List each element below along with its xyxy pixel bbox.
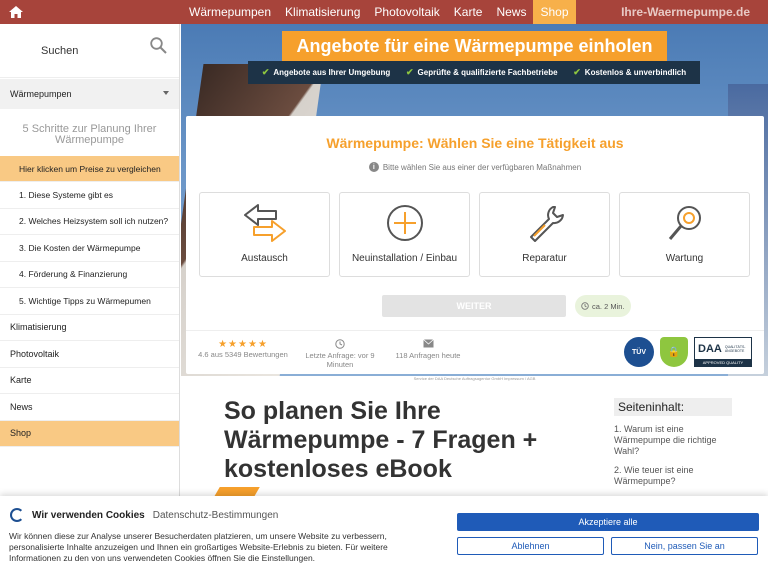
option-wartung[interactable]: Wartung xyxy=(619,192,750,277)
customize-button[interactable]: Nein, passen Sie an xyxy=(611,537,758,555)
sidebar-item-shop[interactable]: Shop xyxy=(0,420,179,447)
form-title: Wärmepumpe: Wählen Sie eine Tätigkeit au… xyxy=(326,135,624,151)
duration-badge: ca. 2 Min. xyxy=(575,295,631,317)
check-icon: ✔ xyxy=(405,67,414,77)
envelope-icon xyxy=(392,339,464,351)
requests-text: 118 Anfragen heute xyxy=(395,351,461,360)
trust-badges: TÜV 🔒 DAA QUALITÄTS-ANGEBOTE APPROVED QUA… xyxy=(624,337,752,367)
daa-subtext: QUALITÄTS-ANGEBOTE xyxy=(724,344,746,353)
cookie-title: Wir verwenden Cookies xyxy=(32,509,145,521)
cookie-header: Wir verwenden Cookies Datenschutz-Bestim… xyxy=(10,508,278,522)
option-label: Austausch xyxy=(241,253,288,264)
benefit-label: Angebote aus Ihrer Umgebung xyxy=(273,68,391,77)
service-line[interactable]: Service der DAA Deutsche Auftragsagentur… xyxy=(181,376,768,383)
sidebar-sub-title: 5 Schritte zur Planung Ihrer Wärmepumpe xyxy=(22,123,157,146)
option-label: Wartung xyxy=(665,253,704,264)
rating-text: 4.6 aus 5349 Bewertungen xyxy=(198,350,288,359)
sidebar-section-waermepumpen[interactable]: Wärmepumpen xyxy=(0,79,179,109)
sidebar-item-step4[interactable]: 4. Förderung & Finanzierung xyxy=(0,262,179,288)
daa-bottom-text: APPROVED QUALITY xyxy=(695,359,751,366)
cookie-text: Wir können diese zur Analyse unserer Bes… xyxy=(9,531,388,563)
benefit-label: Geprüfte & qualifizierte Fachbetriebe xyxy=(417,68,558,77)
sidebar-item-step1[interactable]: 1. Diese Systeme gibt es xyxy=(0,182,179,209)
chevron-down-icon xyxy=(163,91,169,95)
option-label: Neuinstallation / Einbau xyxy=(351,253,458,264)
accept-all-button[interactable]: Akzeptiere alle xyxy=(457,513,759,531)
nav-shop[interactable]: Shop xyxy=(533,0,576,24)
wrench-icon xyxy=(480,203,609,243)
rating-stat: ★★★★★ 4.6 aus 5349 Bewertungen xyxy=(198,339,288,359)
sidebar-item-karte[interactable]: Karte xyxy=(0,368,179,394)
check-icon: ✔ xyxy=(573,67,581,77)
quote-form-card: Wärmepumpe: Wählen Sie eine Tätigkeit au… xyxy=(186,116,764,374)
option-label: Reparatur xyxy=(522,253,567,264)
sidebar-section-label: Wärmepumpen xyxy=(10,89,72,99)
hero-section: Angebote für eine Wärmepumpe einholen ✔ A… xyxy=(181,24,768,376)
tuv-badge: TÜV xyxy=(624,337,654,367)
hero-benefits: ✔ Angebote aus Ihrer Umgebung ✔ Geprüfte &… xyxy=(248,61,700,84)
sidebar-item-news[interactable]: News xyxy=(0,394,179,421)
last-request-text: Letzte Anfrage: vor 9 Minuten xyxy=(305,351,375,369)
sidebar-item-photovoltaik[interactable]: Photovoltaik xyxy=(0,341,179,368)
nav-klimatisierung[interactable]: Klimatisierung xyxy=(278,0,367,24)
sidebar-search[interactable]: Suchen xyxy=(0,24,179,78)
info-icon: i xyxy=(368,162,379,172)
clock-icon xyxy=(292,339,388,351)
search-icon[interactable] xyxy=(150,37,167,57)
weiter-button[interactable]: WEITER xyxy=(382,295,566,317)
daa-logo-text: DAA xyxy=(698,342,722,355)
main-nav: Wärmepumpen Klimatisierung Photovoltaik … xyxy=(182,0,576,24)
benefit-item: ✔ Geprüfte & qualifizierte Fachbetriebe xyxy=(406,67,558,78)
plus-circle-icon xyxy=(340,203,469,243)
home-icon[interactable] xyxy=(0,0,32,24)
reject-button[interactable]: Ablehnen xyxy=(457,537,604,555)
benefit-label: Kostenlos & unverbindlich xyxy=(584,68,687,77)
nav-karte[interactable]: Karte xyxy=(447,0,490,24)
check-icon: ✔ xyxy=(261,67,270,77)
privacy-link[interactable]: Datenschutz-Bestimmungen xyxy=(153,510,279,521)
sidebar-item-klimatisierung[interactable]: Klimatisierung xyxy=(0,315,179,341)
brand-link[interactable]: Ihre-Waermepumpe.de xyxy=(621,0,750,24)
toc-item-2[interactable]: 2. Wie teuer ist eine Wärmepumpe? xyxy=(614,465,732,487)
benefit-item: ✔ Kostenlos & unverbindlich xyxy=(573,67,686,78)
toc-item-1[interactable]: 1. Warum ist eine Wärmepumpe die richtig… xyxy=(614,424,732,457)
sidebar-item-step2[interactable]: 2. Welches Heizsystem soll ich nutzen? xyxy=(0,209,179,235)
daa-badge: DAA QUALITÄTS-ANGEBOTE APPROVED QUALITY xyxy=(694,337,752,367)
form-footer: ★★★★★ 4.6 aus 5349 Bewertungen Letzte An… xyxy=(186,330,764,374)
cookie-logo-icon xyxy=(10,508,24,522)
sidebar: Suchen Wärmepumpen 5 Schritte zur Planun… xyxy=(0,24,180,576)
hero-title: Angebote für eine Wärmepumpe einholen xyxy=(282,31,667,61)
last-request-stat: Letzte Anfrage: vor 9 Minuten xyxy=(292,339,388,369)
lock-shield-icon: 🔒 xyxy=(660,337,688,367)
star-rating-icon: ★★★★★ xyxy=(218,339,268,350)
sidebar-item-step5[interactable]: 5. Wichtige Tipps zu Wärmepumen xyxy=(0,288,179,315)
search-label: Suchen xyxy=(41,45,79,57)
duration-text: ca. 2 Min. xyxy=(592,301,625,311)
option-reparatur[interactable]: Reparatur xyxy=(479,192,610,277)
sidebar-item-step3[interactable]: 3. Die Kosten der Wärmepumpe xyxy=(0,235,179,262)
table-of-contents: Seiteninhalt: 1. Warum ist eine Wärmepum… xyxy=(614,398,732,487)
form-hint-text: Bitte wählen Sie aus einer der verfügbar… xyxy=(382,162,582,172)
magnifier-icon xyxy=(620,203,749,243)
nav-news[interactable]: News xyxy=(489,0,533,24)
option-austausch[interactable]: Austausch xyxy=(199,192,330,277)
clock-icon xyxy=(581,302,589,310)
option-neuinstallation[interactable]: Neuinstallation / Einbau xyxy=(339,192,470,277)
toc-title: Seiteninhalt: xyxy=(614,398,732,416)
form-hint: i Bitte wählen Sie aus einer der verfügb… xyxy=(186,162,764,172)
cookie-banner: Wir verwenden Cookies Datenschutz-Bestim… xyxy=(0,496,768,576)
swap-arrows-icon xyxy=(200,203,329,243)
benefit-item: ✔ Angebote aus Ihrer Umgebung xyxy=(262,67,390,78)
nav-waermepumpen[interactable]: Wärmepumpen xyxy=(182,0,278,24)
sidebar-item-compare[interactable]: Hier klicken um Preise zu vergleichen xyxy=(0,156,179,182)
top-nav: Wärmepumpen Klimatisierung Photovoltaik … xyxy=(0,0,768,24)
article-title: So planen Sie Ihre Wärmepumpe - 7 Fragen… xyxy=(224,397,538,483)
nav-photovoltaik[interactable]: Photovoltaik xyxy=(367,0,446,24)
requests-stat: 118 Anfragen heute xyxy=(392,339,464,360)
